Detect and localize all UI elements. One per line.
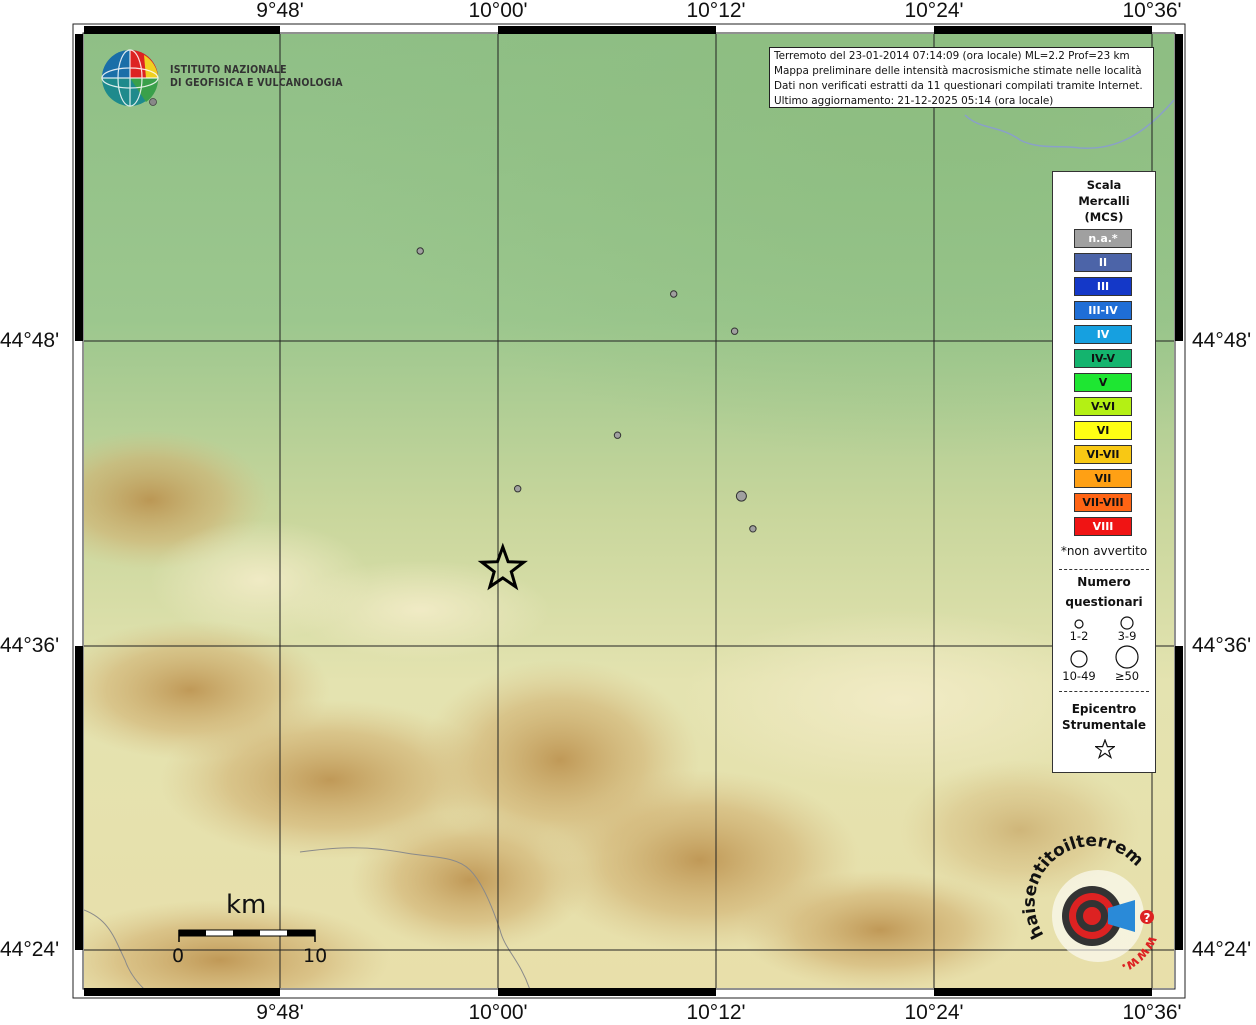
coord-bottom-3: 10°12' (686, 1001, 746, 1024)
observation-point (735, 490, 747, 502)
size-symbol-50 (1115, 645, 1139, 669)
count-size-symbols (1070, 616, 1139, 669)
coord-top-5: 10°36' (1122, 0, 1182, 22)
legend-swatch: VI (1074, 421, 1132, 440)
legend-separator (1059, 691, 1149, 692)
observation-point (730, 327, 739, 335)
coord-bottom-1: 9°48' (256, 1001, 304, 1024)
legend-title-line-2: Mercalli (1078, 194, 1130, 208)
legend-panel: Scala Mercalli (MCS) n.a.* II III III-IV IV I… (1052, 171, 1156, 773)
count-label-50: ≥50 (1114, 669, 1140, 683)
legend-swatch: V-VI (1074, 397, 1132, 416)
observation-point (613, 431, 622, 439)
ingv-logo-icon (101, 49, 159, 107)
legend-title-line-3: (MCS) (1084, 210, 1124, 224)
legend-separator (1059, 569, 1149, 570)
legend-title: Scala Mercalli (MCS) (1053, 177, 1155, 225)
legend-swatch: VII-VIII (1074, 493, 1132, 512)
legend-na-note: *non avvertito (1060, 544, 1148, 558)
legend-title-line-1: Scala (1086, 178, 1122, 192)
legend-swatch: VII (1074, 469, 1132, 488)
logo-question-mark: ? (1144, 911, 1151, 925)
count-label-3-9: 3-9 (1117, 629, 1137, 643)
info-line-3: Dati non verificati estratti da 11 quest… (774, 80, 1143, 92)
observation-point (514, 485, 522, 493)
coord-top-3: 10°12' (686, 0, 746, 22)
count-label-10-49: 10-49 (1062, 669, 1096, 683)
info-line-1: Terremoto del 23-01-2014 07:14:09 (ora l… (774, 50, 1130, 62)
legend-swatch: III (1074, 277, 1132, 296)
legend-swatch: VIII (1074, 517, 1132, 536)
coord-left-3: 44°24' (0, 938, 60, 961)
epicenter-star-icon (1095, 739, 1115, 759)
coord-top-4: 10°24' (904, 0, 964, 22)
size-symbol-10-49 (1070, 650, 1088, 668)
institute-line-1: ISTITUTO NAZIONALE (170, 63, 287, 76)
info-line-4: Ultimo aggiornamento: 21-12-2025 05:14 (… (774, 95, 1054, 107)
coord-bottom-5: 10°36' (1122, 1001, 1182, 1024)
event-info-box: Terremoto del 23-01-2014 07:14:09 (ora l… (769, 47, 1154, 108)
count-label-1-2: 1-2 (1069, 629, 1089, 643)
coord-top-1: 9°48' (256, 0, 304, 22)
legend-swatch: V (1074, 373, 1132, 392)
legend-swatch: IV-V (1074, 349, 1132, 368)
legend-swatch: II (1074, 253, 1132, 272)
count-title-line-2: questionari (1065, 595, 1143, 609)
coord-bottom-2: 10°00' (468, 1001, 528, 1024)
scale-unit: km (226, 890, 267, 920)
scale-start: 0 (172, 945, 185, 967)
size-symbol-3-9 (1120, 616, 1134, 630)
coord-right-3: 44°24' (1192, 938, 1252, 961)
observation-point (670, 290, 678, 298)
coord-left-2: 44°36' (0, 634, 60, 657)
coord-bottom-4: 10°24' (904, 1001, 964, 1024)
size-symbol-1-2 (1074, 619, 1084, 629)
count-title-line-1: Numero (1077, 575, 1131, 589)
epicenter-title-line-1: Epicentro (1071, 702, 1137, 716)
institute-name: ISTITUTO NAZIONALE DI GEOFISICA E VULCAN… (170, 63, 343, 89)
legend-swatch: n.a.* (1074, 229, 1132, 248)
coord-top-2: 10°00' (468, 0, 528, 22)
legend-swatch: IV (1074, 325, 1132, 344)
institute-line-2: DI GEOFISICA E VULCANOLOGIA (170, 76, 343, 89)
info-line-2: Mappa preliminare delle intensità macros… (774, 65, 1142, 77)
legend-swatch: III-IV (1074, 301, 1132, 320)
coord-right-1: 44°48' (1192, 329, 1252, 352)
scale-end: 10 (303, 945, 328, 967)
epicenter-title: Epicentro Strumentale (1053, 701, 1155, 733)
observation-point (749, 525, 757, 533)
observation-point (416, 247, 424, 255)
epicenter-title-line-2: Strumentale (1061, 718, 1147, 732)
legend-swatch: VI-VII (1074, 445, 1132, 464)
coord-left-1: 44°48' (0, 329, 60, 352)
coord-right-2: 44°36' (1192, 634, 1252, 657)
questionnaire-count-title: Numero questionari (1053, 574, 1155, 610)
